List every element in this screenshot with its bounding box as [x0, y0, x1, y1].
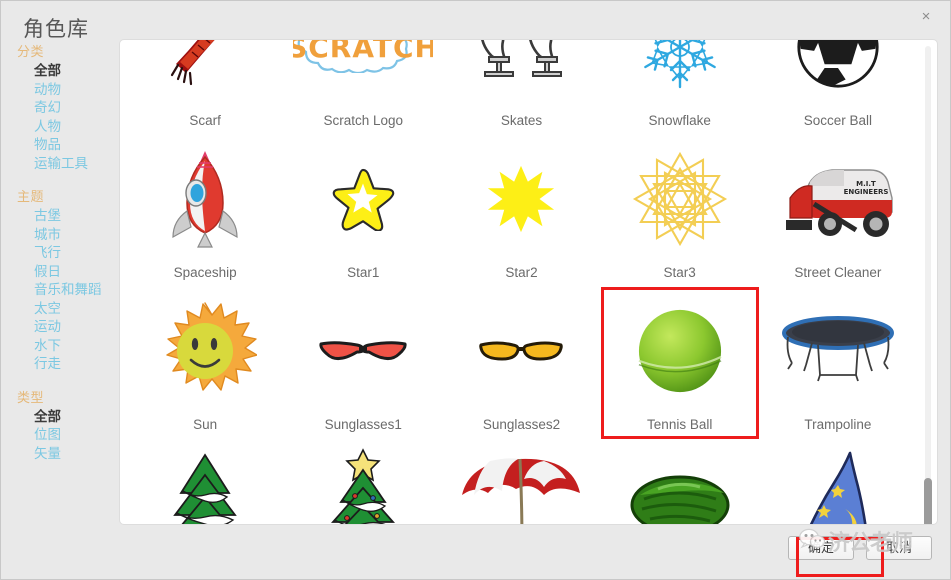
sprite-label: Street Cleaner	[794, 265, 882, 280]
sprite-tile-tree1[interactable]: Tree1	[126, 439, 284, 524]
sidebar-item-theme-castle[interactable]: 古堡	[17, 207, 119, 226]
sprite-label: Tennis Ball	[647, 417, 713, 432]
page-title: 角色库	[23, 17, 89, 41]
tree1-thumb	[126, 439, 284, 524]
snowflake-thumb	[601, 40, 759, 111]
sprite-label: Sun	[193, 417, 218, 432]
sprite-label: Star2	[505, 265, 538, 280]
sprite-label: Star1	[347, 265, 380, 280]
sidebar-item-theme-flying[interactable]: 飞行	[17, 244, 119, 263]
svg-text:SCRATCH: SCRATCH	[293, 40, 433, 64]
ok-button[interactable]: 确定	[788, 536, 854, 560]
filter-heading-type: 类型	[17, 390, 45, 406]
sprite-label: Trampoline	[804, 417, 872, 432]
watermelon-thumb	[601, 439, 759, 524]
sprite-tile-scratch-logo[interactable]: SCRATCH Scratch Logo	[284, 40, 442, 135]
sidebar-item-type-bitmap[interactable]: 位图	[17, 426, 119, 445]
sprite-tile-wizard-hat[interactable]: Wizard Hat	[759, 439, 917, 524]
gallery-scrollbar[interactable]	[923, 46, 933, 524]
sprite-tile-star1[interactable]: Star1	[284, 135, 442, 287]
dialog-body: 分类 全部 动物 奇幻 人物 物品 运输工具 主题 古堡 城市 飞行 假日 音乐…	[1, 39, 950, 533]
sprite-label: Spaceship	[173, 265, 237, 280]
sprite-label: Star3	[663, 265, 696, 280]
sidebar-item-type-vector[interactable]: 矢量	[17, 445, 119, 464]
sprite-gallery-scroll-viewport[interactable]: Scarf SCRATCH Scratch Logo Skates Snowfl…	[120, 40, 923, 524]
sprite-gallery-panel: Scarf SCRATCH Scratch Logo Skates Snowfl…	[119, 39, 938, 525]
scrollbar-track[interactable]	[925, 46, 931, 510]
scarf-thumb	[126, 40, 284, 111]
sidebar-item-theme-underwater[interactable]: 水下	[17, 337, 119, 356]
sprite-tile-tree2[interactable]: Tree2	[284, 439, 442, 524]
sidebar-item-theme-space[interactable]: 太空	[17, 300, 119, 319]
sprite-tile-scarf[interactable]: Scarf	[126, 40, 284, 135]
filter-group-type: 类型 全部 位图 矢量	[17, 387, 119, 464]
sprite-tile-trampoline[interactable]: Trampoline	[759, 287, 917, 439]
sidebar-item-theme-sports[interactable]: 运动	[17, 318, 119, 337]
sidebar-item-category-all[interactable]: 全部	[17, 62, 119, 81]
filter-sidebar: 分类 全部 动物 奇幻 人物 物品 运输工具 主题 古堡 城市 飞行 假日 音乐…	[1, 39, 119, 533]
wizard-hat-thumb	[759, 439, 917, 524]
street-cleaner-thumb: M.I.T ENGINEERS	[759, 135, 917, 263]
star1-thumb	[284, 135, 442, 263]
sprite-label: Soccer Ball	[803, 113, 873, 128]
sprite-tile-umbrella[interactable]: Umbrella	[442, 439, 600, 524]
cancel-button[interactable]: 取消	[866, 536, 932, 560]
sidebar-item-category-fantasy[interactable]: 奇幻	[17, 99, 119, 118]
tennis-ball-thumb	[601, 287, 759, 415]
svg-text:ENGINEERS: ENGINEERS	[843, 188, 888, 196]
svg-text:M.I.T: M.I.T	[856, 180, 876, 188]
umbrella-thumb	[442, 439, 600, 524]
sidebar-item-theme-city[interactable]: 城市	[17, 226, 119, 245]
sprite-tile-star2[interactable]: Star2	[442, 135, 600, 287]
sidebar-item-category-animals[interactable]: 动物	[17, 81, 119, 100]
sidebar-item-type-all[interactable]: 全部	[17, 408, 119, 427]
sprite-label: Snowflake	[648, 113, 711, 128]
soccer-ball-thumb	[759, 40, 917, 111]
sprite-tile-tennis-ball[interactable]: Tennis Ball	[600, 287, 759, 439]
sprite-library-dialog: 角色库 × 分类 全部 动物 奇幻 人物 物品 运输工具 主题 古堡 城市 飞行…	[0, 0, 951, 580]
sprite-gallery-wrapper: Scarf SCRATCH Scratch Logo Skates Snowfl…	[119, 39, 938, 533]
sun-thumb	[126, 287, 284, 415]
spaceship-thumb	[126, 135, 284, 263]
dialog-footer: 确定 取消	[1, 533, 950, 579]
sprite-tile-soccer-ball[interactable]: Soccer Ball	[759, 40, 917, 135]
sidebar-item-category-people[interactable]: 人物	[17, 118, 119, 137]
star2-thumb	[442, 135, 600, 263]
sprite-tile-street-cleaner[interactable]: M.I.T ENGINEERS Street Cleaner	[759, 135, 917, 287]
dialog-button-row: 确定 取消	[788, 536, 932, 560]
sprite-label: Scratch Logo	[323, 113, 404, 128]
tree2-thumb	[284, 439, 442, 524]
scratch-logo-thumb: SCRATCH	[284, 40, 442, 111]
sprite-tile-spaceship[interactable]: Spaceship	[126, 135, 284, 287]
scrollbar-thumb[interactable]	[924, 478, 932, 524]
sprite-label: Sunglasses2	[482, 417, 561, 432]
sprite-label: Sunglasses1	[324, 417, 402, 432]
close-icon[interactable]: ×	[914, 6, 938, 28]
sidebar-item-category-things[interactable]: 物品	[17, 136, 119, 155]
dialog-titlebar: 角色库 ×	[1, 1, 950, 41]
sunglasses1-thumb	[284, 287, 442, 415]
star3-thumb	[601, 135, 759, 263]
sprite-label: Scarf	[189, 113, 221, 128]
trampoline-thumb	[759, 287, 917, 415]
skates-thumb	[442, 40, 600, 111]
sprite-label: Skates	[500, 113, 543, 128]
sidebar-item-theme-music-dance[interactable]: 音乐和舞蹈	[17, 281, 119, 300]
sprite-tile-snowflake[interactable]: Snowflake	[601, 40, 759, 135]
sprite-tile-sunglasses1[interactable]: Sunglasses1	[284, 287, 442, 439]
filter-heading-theme: 主题	[17, 190, 45, 205]
sprite-tile-watermelon[interactable]: Watermelon	[601, 439, 759, 524]
sidebar-item-theme-walking[interactable]: 行走	[17, 355, 119, 374]
filter-group-category: 分类 全部 动物 奇幻 人物 物品 运输工具	[17, 41, 119, 173]
sprite-tile-star3[interactable]: Star3	[601, 135, 759, 287]
sprite-tile-sunglasses2[interactable]: Sunglasses2	[442, 287, 600, 439]
sidebar-item-theme-holiday[interactable]: 假日	[17, 263, 119, 282]
filter-group-theme: 主题 古堡 城市 飞行 假日 音乐和舞蹈 太空 运动 水下 行走	[17, 186, 119, 374]
sprite-tile-sun[interactable]: Sun	[126, 287, 284, 439]
filter-heading-category: 分类	[17, 45, 45, 60]
sprite-grid: Scarf SCRATCH Scratch Logo Skates Snowfl…	[120, 40, 923, 524]
sidebar-item-category-transport[interactable]: 运输工具	[17, 155, 119, 174]
sprite-tile-skates[interactable]: Skates	[442, 40, 600, 135]
sunglasses2-thumb	[442, 287, 600, 415]
